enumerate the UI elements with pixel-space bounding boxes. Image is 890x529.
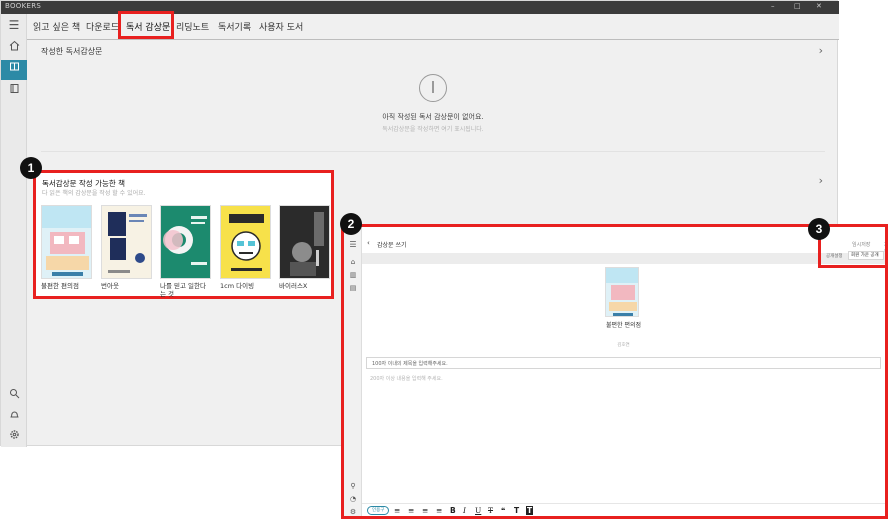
home-icon[interactable] (6, 40, 22, 56)
write-report-header: ‹ 감상문 쓰기 임시저장 저장 (362, 237, 885, 255)
book-cover (101, 205, 152, 279)
bell-icon-glyph (10, 411, 18, 418)
visibility-select[interactable]: 회원 가운 공개 (848, 251, 884, 260)
book-item[interactable]: 1cm 다이빙 (220, 205, 271, 290)
report-title-input[interactable]: 100자 이내의 제목을 입력해주세요. (366, 357, 881, 369)
book-item[interactable]: 불편한 편의점 (41, 205, 92, 290)
book-icon[interactable] (6, 83, 22, 99)
align-center-icon[interactable]: ≡ (408, 505, 414, 516)
info-icon (419, 74, 447, 102)
callout-badge-2: 2 (340, 213, 362, 235)
blockquote-icon[interactable]: ❝ (501, 505, 505, 516)
book-cover-art (161, 206, 210, 278)
book-title: 나를 믿고 일한다는 것 (160, 282, 206, 298)
underline-icon[interactable]: U (475, 505, 481, 516)
book-cover (160, 205, 211, 279)
write-report-window: ☰ ⌂ ▥ ▤ ⚲ ◔ ⚙ ‹ 감상문 쓰기 임시저장 저장 불편한 편의점 김… (341, 224, 888, 519)
book-icon-glyph (10, 84, 18, 93)
book-cover-art (606, 268, 638, 316)
settings-icon[interactable] (6, 429, 22, 445)
bell-icon[interactable]: ◔ (347, 493, 359, 505)
book-item[interactable]: 바이러스X (279, 205, 330, 290)
menu-icon[interactable]: ☰ (347, 239, 359, 251)
available-books-panel: 독서감상문 작성 가능한 책 다 읽은 책의 감상문을 작성 할 수 있어요. … (33, 170, 334, 299)
align-left-icon[interactable]: ≡ (394, 505, 400, 516)
empty-state-title: 아직 작성된 독서 감상문이 없어요. (382, 113, 484, 121)
chevron-right-icon[interactable]: › (819, 44, 823, 57)
book-cover-art (221, 206, 270, 278)
home-icon[interactable]: ⌂ (347, 256, 359, 268)
empty-state-subtitle: 독서감상문을 작성하면 여기 표시됩니다. (382, 126, 484, 133)
close-icon[interactable]: ✕ (816, 2, 822, 10)
selected-book-cover (605, 267, 639, 317)
align-right-icon[interactable]: ≡ (422, 505, 428, 516)
clear-format-icon[interactable]: T (514, 505, 519, 516)
bold-icon[interactable]: B (450, 505, 456, 516)
maximize-icon[interactable]: □ (794, 2, 801, 10)
tab-user-books[interactable]: 사용자 도서 (259, 20, 303, 33)
gear-icon-glyph (9, 430, 19, 439)
selected-book-title: 불편한 편의점 (605, 322, 642, 329)
strikethrough-icon[interactable]: T (488, 505, 493, 516)
write-report-sidebar: ☰ ⌂ ▥ ▤ ⚲ ◔ ⚙ (344, 227, 362, 516)
tab-reading-notes[interactable]: 리딩노트 (176, 20, 209, 33)
callout-badge-1: 1 (20, 157, 42, 179)
tab-wishlist[interactable]: 읽고 싶은 책 (33, 20, 80, 33)
search-icon[interactable] (6, 388, 22, 404)
home-icon-glyph (9, 40, 19, 51)
available-books-subtitle: 다 읽은 책의 감상문을 작성 할 수 있어요. (42, 190, 146, 197)
text-box-icon[interactable]: T (526, 506, 534, 515)
editor-toolbar: 인용구 ≡ ≡ ≡ ≡ B I U T ❝ T T (362, 503, 885, 516)
minimize-icon[interactable]: – (771, 2, 775, 10)
menu-icon[interactable]: ☰ (6, 17, 22, 33)
search-icon-glyph (9, 389, 19, 399)
library-icon[interactable] (1, 60, 27, 80)
chevron-right-icon[interactable]: › (819, 174, 823, 187)
align-justify-icon[interactable]: ≡ (436, 505, 442, 516)
search-icon[interactable]: ⚲ (347, 480, 359, 492)
divider (41, 151, 825, 152)
report-body-placeholder[interactable]: 200자 이상 내용을 입력해 주세요. (370, 375, 443, 382)
book-title: 바이러스X (279, 282, 308, 290)
book-title: 번아웃 (101, 282, 119, 290)
book-cover (220, 205, 271, 279)
italic-icon[interactable]: I (463, 505, 466, 516)
tab-downloads[interactable]: 다운로드 (86, 20, 119, 33)
visibility-bar (362, 253, 885, 264)
book-item[interactable]: 나를 믿고 일한다는 것 (160, 205, 211, 298)
book-cover-art (280, 206, 329, 278)
book-cover (279, 205, 330, 279)
book-cover-art (42, 206, 91, 278)
settings-icon[interactable]: ⚙ (347, 506, 359, 516)
app-title: BOOKERS (5, 2, 42, 10)
book-title: 불편한 편의점 (41, 282, 79, 290)
book-cover (41, 205, 92, 279)
written-reports-title: 작성한 독서감상문 (41, 47, 103, 56)
callout-badge-3: 3 (808, 218, 830, 240)
back-icon[interactable]: ‹ (367, 239, 370, 247)
tab-highlight-box (118, 11, 174, 39)
book-icon[interactable]: ▤ (347, 282, 359, 294)
bell-icon[interactable] (6, 409, 22, 425)
book-title: 1cm 다이빙 (220, 282, 255, 290)
library-icon[interactable]: ▥ (347, 269, 359, 281)
library-icon-glyph (9, 62, 19, 71)
visibility-label: 공개설정 (826, 254, 843, 259)
book-cover-art (102, 206, 151, 278)
report-title-placeholder: 100자 이내의 제목을 입력해주세요. (372, 361, 448, 367)
write-report-title: 감상문 쓰기 (377, 242, 407, 249)
quote-button[interactable]: 인용구 (367, 506, 390, 515)
tab-reading-records[interactable]: 독서기록 (218, 20, 251, 33)
selected-book-author: 김호연 (617, 343, 630, 348)
sidebar: ☰ (1, 14, 27, 447)
book-item[interactable]: 번아웃 (101, 205, 152, 290)
